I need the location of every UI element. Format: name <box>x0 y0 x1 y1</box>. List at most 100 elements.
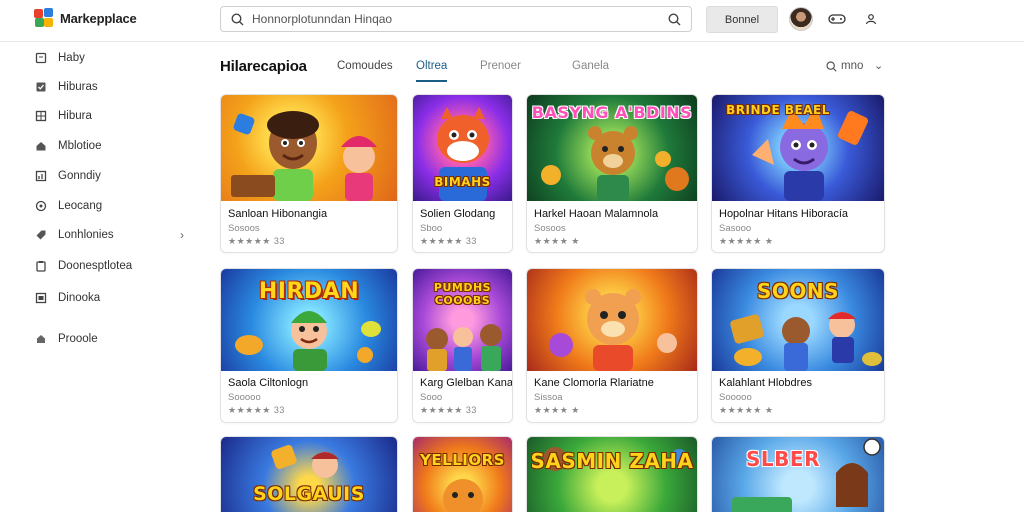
avatar[interactable] <box>789 7 813 31</box>
game-card[interactable]: BIMAHS Solien Glodang Sboo ★★★★★ 33 <box>412 94 513 253</box>
tab-2[interactable]: Prenoer <box>480 60 521 82</box>
sidebar-item-8[interactable]: Dinooka <box>34 289 184 307</box>
search-submit-icon[interactable] <box>668 12 681 26</box>
game-card[interactable]: SOLGAUIS <box>220 436 398 512</box>
thumbnail-art-text: BIMAHS <box>434 175 491 189</box>
card-rating: ★★★★★ ★ <box>719 405 774 415</box>
thumbnail-art-text: SASMIN ZAHA <box>530 449 694 473</box>
page-title: Hilarecapioa <box>220 58 307 75</box>
sidebar-item-9[interactable]: Prooole <box>34 330 184 348</box>
game-card[interactable]: Sanloan Hibonangia Sosoos ★★★★★ 33 <box>220 94 398 253</box>
lock-icon <box>34 333 48 345</box>
thumbnail-art-text: BRINDE BEAEL <box>726 103 830 117</box>
game-thumbnail: SLBER <box>712 437 884 512</box>
card-rating: ★★★★★ 33 <box>228 405 285 415</box>
game-thumbnail: SOLGAUIS <box>221 437 397 512</box>
sidebar-item-3[interactable]: Mblotioe <box>34 137 184 155</box>
tag-icon <box>34 229 48 241</box>
thumbnail-art-text: HIRDAN <box>258 279 360 304</box>
sort-label: mno <box>841 60 864 72</box>
search-input[interactable] <box>252 12 668 26</box>
sidebar-item-label: Doonesptlotea <box>58 260 133 272</box>
check-box-icon <box>34 81 48 93</box>
header-button[interactable]: Bonnel <box>706 6 778 33</box>
card-title: Kane Clomorla Rlariatne <box>534 377 654 389</box>
thumbnail-art-text: SLBER <box>746 447 820 471</box>
controller-icon[interactable] <box>824 7 850 31</box>
chevron-right-icon[interactable]: › <box>180 228 184 242</box>
game-thumbnail: BIMAHS <box>413 95 512 201</box>
game-thumbnail: BRINDE BEAEL <box>712 95 884 201</box>
game-thumbnail: SASMIN ZAHA <box>527 437 697 512</box>
sidebar-item-2[interactable]: Hibura <box>34 107 184 125</box>
sidebar-item-label: Leocang <box>58 200 103 212</box>
game-thumbnail: HIRDAN <box>221 269 397 371</box>
game-card[interactable]: SOONS Kalahlant Hlobdres Sooooo ★★★★★ ★ <box>711 268 885 423</box>
tab-0[interactable]: Comoudes <box>337 60 393 82</box>
card-title: Saola Ciltonlogn <box>228 377 309 389</box>
sidebar-item-label: Hiburas <box>58 81 98 93</box>
circle-icon <box>34 200 48 212</box>
card-rating: ★★★★ ★ <box>534 405 580 415</box>
card-rating: ★★★★★ 33 <box>228 236 285 246</box>
sidebar-item-label: Lonhlonies <box>58 229 114 241</box>
tab-3[interactable]: Ganela <box>572 60 609 82</box>
game-card[interactable]: SLBER <box>711 436 885 512</box>
card-title: Kalahlant Hlobdres <box>719 377 812 389</box>
sidebar-item-label: Gonndiy <box>58 170 101 182</box>
game-card[interactable]: HIRDAN Saola Ciltonlogn Sooooo ★★★★★ 33 <box>220 268 398 423</box>
card-rating: ★★★★★ ★ <box>719 236 774 246</box>
sidebar-item-4[interactable]: Gonndiy <box>34 167 184 185</box>
sidebar-item-1[interactable]: Hiburas <box>34 78 184 96</box>
user-icon[interactable] <box>858 7 884 31</box>
card-subtitle: Sooooo <box>719 392 752 403</box>
home-icon <box>34 140 48 152</box>
brand[interactable]: Markepplace <box>34 8 137 28</box>
sidebar-item-label: Dinooka <box>58 292 101 304</box>
game-thumbnail: PUMDHS COOOBS <box>413 269 512 371</box>
sidebar: Haby Hiburas Hibura Mblotioe Gonndiy Leo… <box>0 43 200 512</box>
thumbnail-art-text: BASYNG A'BDINS <box>531 103 693 122</box>
top-bar: Markepplace Bonnel <box>0 0 1024 42</box>
game-thumbnail: YELLIORS <box>413 437 512 512</box>
sort-control[interactable]: mno <box>826 60 863 72</box>
game-card[interactable]: Kane Clomorla Rlariatne Sissoa ★★★★ ★ <box>526 268 698 423</box>
card-title: Harkel Haoan Malamnola <box>534 208 659 220</box>
game-thumbnail: BASYNG A'BDINS <box>527 95 697 201</box>
grid-icon <box>34 110 48 122</box>
sidebar-item-7[interactable]: Doonesptlotea <box>34 257 184 275</box>
thumbnail-art-text: SOONS <box>756 279 840 303</box>
search-bar[interactable] <box>220 6 692 32</box>
card-rating: ★★★★ ★ <box>534 236 580 246</box>
thumbnail-art-text: PUMDHS COOOBS <box>433 281 492 307</box>
card-subtitle: Sooooo <box>228 392 261 403</box>
app-name: Markepplace <box>60 10 137 26</box>
card-subtitle: Sooo <box>420 392 443 403</box>
sidebar-item-label: Haby <box>58 52 85 64</box>
sidebar-item-label: Hibura <box>58 110 92 122</box>
card-rating: ★★★★★ 33 <box>420 405 477 415</box>
sidebar-item-0[interactable]: Haby <box>34 49 184 67</box>
chevron-down-icon[interactable]: ⌄ <box>874 59 883 72</box>
game-card[interactable]: YELLIORS <box>412 436 513 512</box>
game-card[interactable]: BASYNG A'BDINS Harkel Haoan Malamnola So… <box>526 94 698 253</box>
bookmark-icon <box>34 52 48 64</box>
thumbnail-art-text: YELLIORS <box>420 451 505 469</box>
card-subtitle: Sasooo <box>719 223 752 234</box>
tab-1[interactable]: Oltrea <box>416 60 448 82</box>
game-thumbnail <box>221 95 397 201</box>
search-icon <box>826 60 837 72</box>
game-card[interactable]: SASMIN ZAHA <box>526 436 698 512</box>
card-title: Karg Glelban Kana <box>420 377 513 389</box>
thumbnail-art-text: SOLGAUIS <box>253 483 365 505</box>
game-thumbnail: SOONS <box>712 269 884 371</box>
marketplace-logo-icon <box>34 8 54 28</box>
card-subtitle: Sboo <box>420 223 443 234</box>
chart-icon <box>34 170 48 182</box>
game-card[interactable]: BRINDE BEAEL Hopolnar Hitans Hiboracía S… <box>711 94 885 253</box>
sidebar-item-5[interactable]: Leocang <box>34 197 184 215</box>
sidebar-item-label: Mblotioe <box>58 140 102 152</box>
game-card[interactable]: PUMDHS COOOBS Karg Glelban Kana Sooo ★★★… <box>412 268 513 423</box>
card-subtitle: Sissoa <box>534 392 563 403</box>
sidebar-item-6[interactable]: Lonhlonies › <box>34 226 184 244</box>
